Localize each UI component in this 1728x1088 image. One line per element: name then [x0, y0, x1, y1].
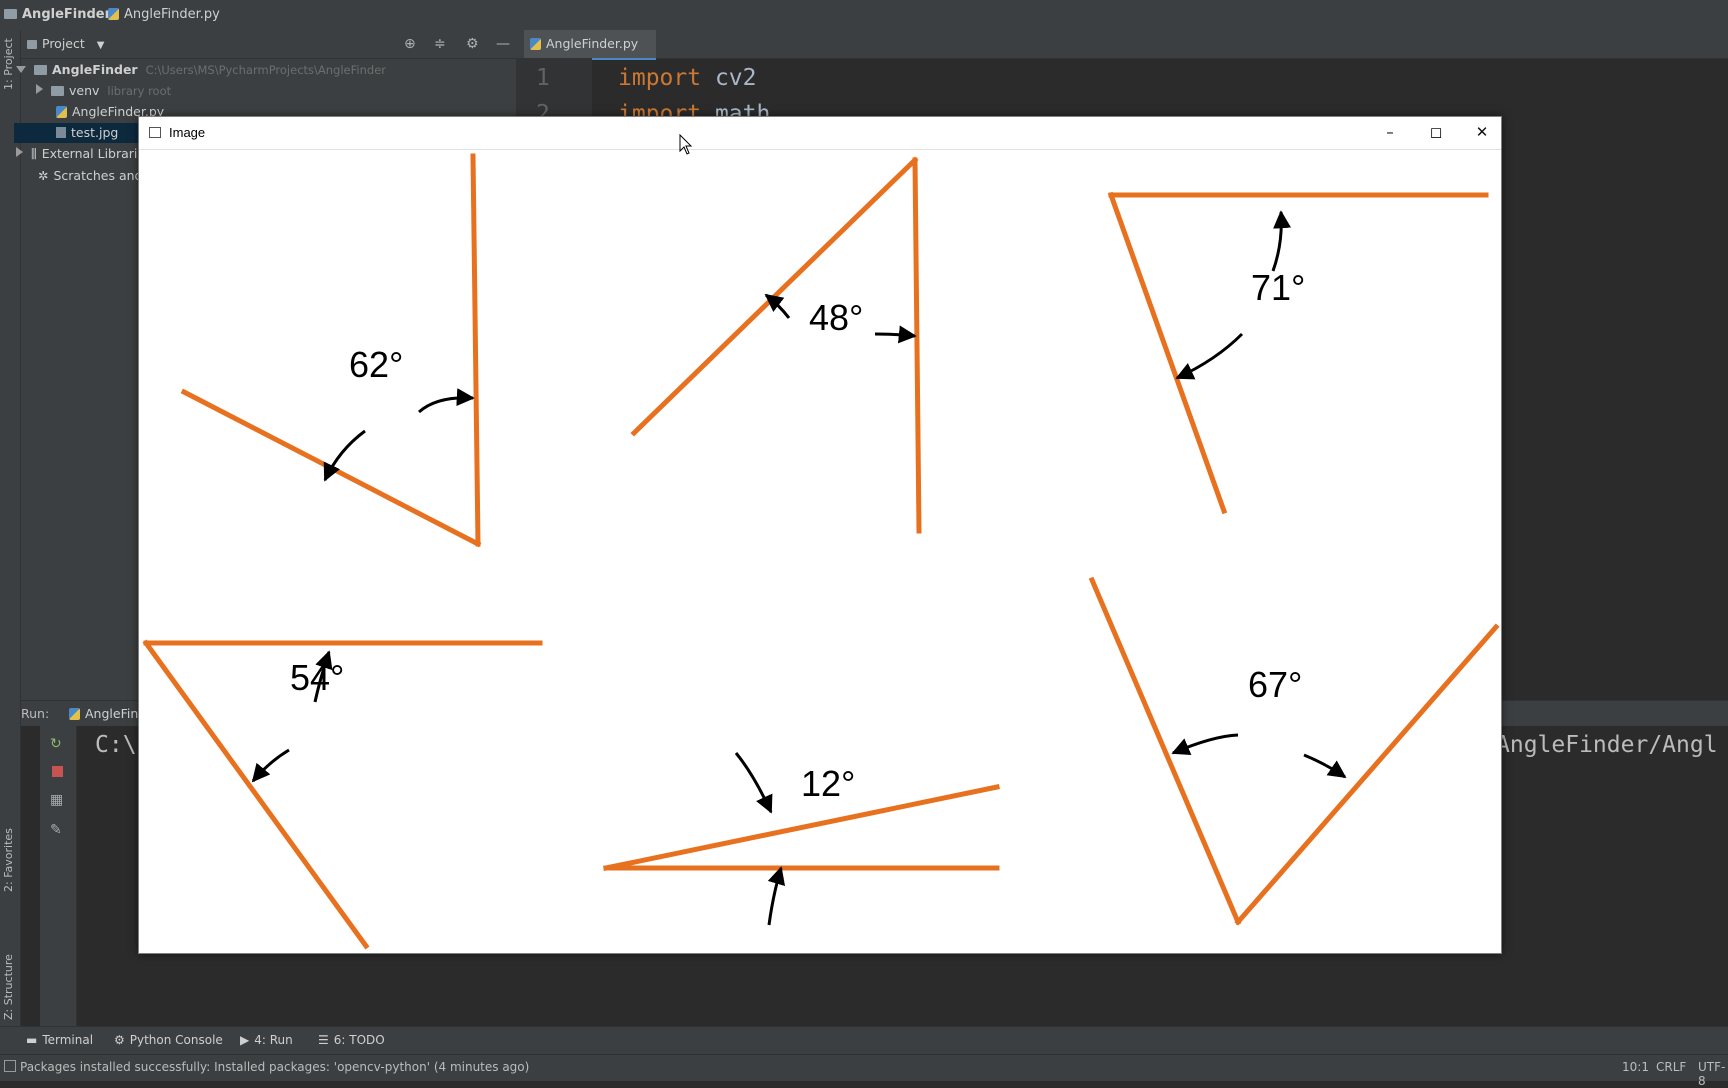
minimize-button[interactable]: – — [1367, 117, 1413, 149]
close-button[interactable]: ✕ — [1459, 117, 1505, 149]
file-encoding[interactable]: UTF-8 — [1698, 1060, 1728, 1088]
terminal-icon: ▬ — [26, 1033, 38, 1047]
editor-tab-bar — [516, 30, 1728, 59]
run-output-path-right: AngleFinder/Angl — [1496, 732, 1718, 758]
status-toggle-icon[interactable] — [4, 1060, 16, 1072]
breadcrumb-bar: AngleFinder AngleFinder.py — [0, 0, 1728, 31]
line-separator[interactable]: CRLF — [1656, 1060, 1686, 1074]
tree-item-venv[interactable]: venv library root — [36, 81, 171, 101]
library-icon: ⫼ — [31, 146, 37, 161]
angle-image[interactable]: 62° 48° 71° 54° 12° 67° — [139, 150, 1501, 953]
maximize-button[interactable]: ◻ — [1413, 117, 1459, 149]
window-icon — [149, 127, 161, 138]
angle-label: 67° — [1248, 664, 1302, 705]
collapse-arrow-icon — [16, 147, 23, 157]
angle-label: 48° — [809, 297, 863, 338]
collapse-all-icon[interactable]: ≑ — [434, 36, 446, 52]
image-window[interactable]: Image – ◻ ✕ 62° 48° 71° 54° 12° 67° — [138, 116, 1502, 954]
python-file-icon — [108, 8, 119, 20]
breadcrumb-project[interactable]: AngleFinder — [4, 7, 111, 22]
python-file-icon — [530, 38, 541, 50]
tree-item-external-libraries[interactable]: ⫼ External Libraries — [16, 144, 152, 164]
stop-icon[interactable] — [52, 766, 63, 777]
image-window-titlebar[interactable]: Image – ◻ ✕ — [139, 117, 1501, 150]
angle-label: 62° — [349, 344, 403, 385]
rerun-icon[interactable]: ↻ — [50, 736, 64, 752]
tab-todo[interactable]: ☰ 6: TODO — [318, 1033, 385, 1047]
structure-tool-button[interactable]: Z: Structure — [2, 954, 15, 1020]
run-label: Run: — [21, 706, 50, 721]
line-number: 1 — [536, 65, 550, 91]
layout-icon[interactable]: ▦ — [50, 792, 64, 808]
hide-panel-icon[interactable]: — — [496, 36, 510, 52]
status-bar: Packages installed successfully: Install… — [0, 1054, 1728, 1088]
run-icon: ▶ — [240, 1033, 250, 1047]
pin-icon[interactable]: ✎ — [50, 822, 64, 838]
left-tool-strip: 1: Project 2: Favorites Z: Structure — [0, 30, 21, 1030]
project-view-selector[interactable]: Project ▼ — [27, 36, 104, 51]
todo-icon: ☰ — [318, 1033, 329, 1047]
folder-icon — [34, 65, 47, 75]
project-tool-button[interactable]: 1: Project — [2, 38, 15, 90]
status-message[interactable]: Packages installed successfully: Install… — [20, 1060, 529, 1074]
angle-label: 71° — [1251, 267, 1305, 308]
python-file-icon — [56, 106, 67, 118]
angle-arrows — [251, 210, 1347, 926]
python-console-icon: ⚙ — [114, 1033, 125, 1047]
folder-icon — [27, 40, 37, 49]
editor-tab-anglefinder-py[interactable]: AngleFinder.py — [524, 30, 656, 60]
code-line[interactable]: import cv2 — [618, 65, 756, 91]
python-file-icon — [69, 708, 80, 720]
folder-icon — [4, 9, 17, 19]
image-window-title: Image — [169, 125, 206, 140]
expand-arrow-icon — [16, 66, 26, 73]
run-output-path-left: C:\ — [95, 732, 137, 758]
scratches-icon: ✲ — [38, 168, 49, 183]
favorites-tool-button[interactable]: 2: Favorites — [2, 828, 15, 892]
angle-label: 12° — [801, 763, 855, 804]
gear-icon[interactable]: ⚙ — [466, 36, 479, 52]
folder-icon — [51, 86, 64, 96]
locate-icon[interactable]: ⊕ — [404, 36, 416, 52]
tab-run[interactable]: ▶ 4: Run — [240, 1033, 293, 1047]
run-toolbar: ↻ ▦ ✎ — [40, 726, 77, 1026]
image-file-icon — [56, 127, 66, 138]
collapse-arrow-icon — [36, 84, 43, 94]
caret-position[interactable]: 10:1 — [1622, 1060, 1649, 1074]
tab-terminal[interactable]: ▬ Terminal — [26, 1033, 93, 1047]
tree-item-root[interactable]: AngleFinder C:\Users\MS\PycharmProjects\A… — [16, 60, 386, 80]
tab-python-console[interactable]: ⚙ Python Console — [114, 1033, 223, 1047]
angle-label: 54° — [290, 657, 344, 698]
mouse-cursor-icon — [679, 134, 693, 155]
breadcrumb-file[interactable]: AngleFinder.py — [108, 7, 220, 22]
chevron-down-icon: ▼ — [96, 40, 105, 51]
